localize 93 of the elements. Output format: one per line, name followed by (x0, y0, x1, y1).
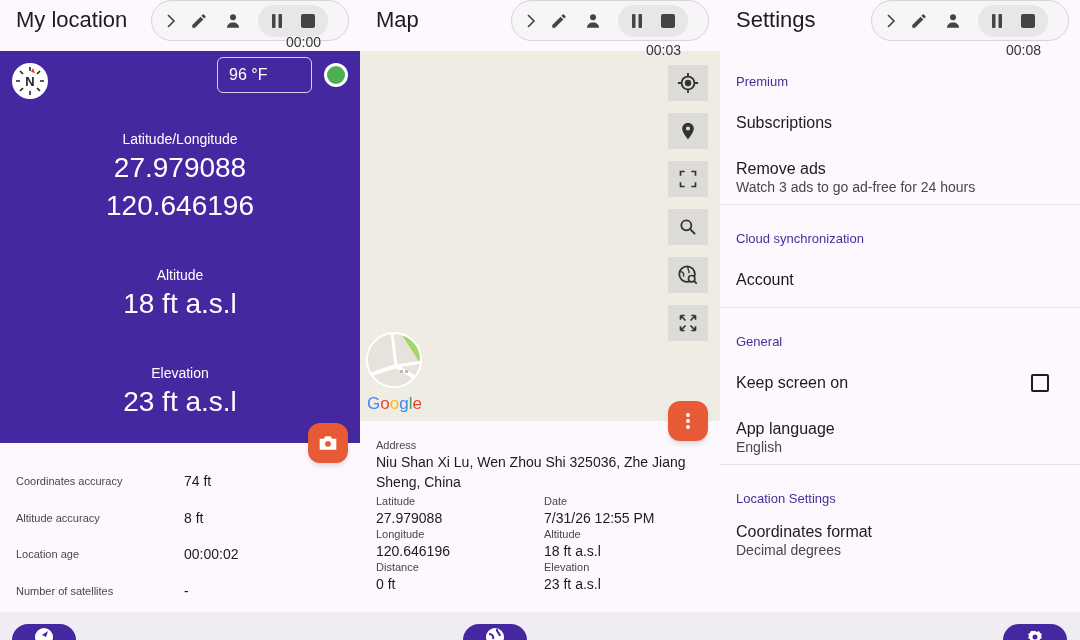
nav-tab[interactable] (12, 624, 76, 640)
settings-row[interactable]: Account (720, 253, 1080, 307)
section-header: Location Settings (735, 491, 837, 507)
frame-button[interactable] (668, 161, 708, 197)
field-label: Distance (376, 561, 420, 574)
stop-icon[interactable] (1020, 12, 1036, 29)
field-value: 0 ft (376, 575, 397, 594)
person-icon[interactable] (224, 11, 242, 30)
section-header: Cloud synchronization (735, 231, 865, 247)
setting-title: Account (736, 270, 795, 290)
map-type-thumbnail[interactable] (366, 332, 422, 388)
reading-value: 18 ft a.s.l (123, 287, 237, 321)
setting-title: App language (736, 418, 836, 439)
stop-icon[interactable] (660, 12, 676, 29)
chevron-icon[interactable] (526, 12, 536, 29)
setting-title: Keep screen on (736, 373, 850, 393)
setting-title: Remove ads (736, 158, 827, 179)
camera-icon (318, 434, 338, 452)
settings-row[interactable]: App language English (720, 410, 1080, 464)
field-value: 27.979088 (376, 509, 444, 528)
pause-icon[interactable] (630, 12, 644, 29)
screen-title: Settings (736, 7, 816, 33)
settings-row[interactable]: Coordinates format Decimal degrees (720, 513, 1080, 567)
section-header: Premium (735, 74, 789, 90)
setting-title: Subscriptions (736, 113, 834, 133)
field-label: Longitude (376, 528, 426, 541)
pin-button[interactable] (668, 113, 708, 149)
expand-icon (677, 312, 699, 334)
map-attribution: Google (367, 394, 422, 414)
pause-icon[interactable] (270, 12, 284, 29)
target-icon (677, 72, 699, 94)
settings-row[interactable]: Keep screen on (720, 356, 1080, 410)
field-label: Address (376, 438, 418, 452)
settings-row[interactable]: Subscriptions (720, 96, 1080, 150)
detail-label: Altitude accuracy (16, 510, 101, 526)
field-label: Latitude (376, 495, 417, 508)
globe-search-button[interactable] (668, 257, 708, 293)
detail-label: Number of satellites (16, 584, 115, 600)
reading-label: Altitude (156, 266, 204, 285)
address-text: Niu Shan Xi Lu, Wen Zhou Shi 325036, Zhe Jiang Sheng, China (376, 453, 687, 492)
setting-subtitle: Decimal degrees (736, 541, 843, 559)
pencil-icon[interactable] (190, 11, 208, 30)
field-label: Altitude (544, 528, 582, 541)
chevron-icon[interactable] (886, 12, 896, 29)
reading-value: 120.646196 (106, 189, 254, 223)
search-icon (677, 216, 699, 238)
field-value: 23 ft a.s.l (544, 575, 602, 594)
reading-value: 23 ft a.s.l (123, 385, 237, 419)
my-location-button[interactable] (668, 65, 708, 101)
more-button[interactable] (668, 401, 708, 441)
section-header: General (735, 334, 784, 350)
setting-title: Coordinates format (736, 521, 874, 542)
pencil-icon[interactable] (550, 11, 568, 30)
more-icon (685, 412, 691, 430)
person-icon[interactable] (584, 11, 602, 30)
pause-icon[interactable] (990, 12, 1004, 29)
detail-value: 8 ft (184, 508, 204, 528)
field-label: Date (544, 495, 569, 508)
detail-value: 00:00:02 (184, 545, 239, 565)
globe-icon (485, 626, 505, 640)
recording-timer: 00:00 (286, 34, 322, 50)
chevron-icon[interactable] (166, 12, 176, 29)
stop-icon[interactable] (300, 12, 316, 29)
setting-subtitle: English (736, 438, 783, 456)
field-value: 18 ft a.s.l (544, 542, 602, 561)
recording-timer: 00:08 (1006, 42, 1042, 58)
compass-icon[interactable]: N (12, 63, 48, 99)
setting-subtitle: Watch 3 ads to go ad-free for 24 hours (736, 178, 977, 196)
frame-icon (677, 168, 699, 190)
nav-tab[interactable] (463, 624, 527, 640)
field-label: Elevation (544, 561, 591, 574)
reading-value: 27.979088 (113, 151, 247, 185)
compass-icon (34, 626, 54, 640)
detail-value: - (184, 581, 189, 601)
camera-button[interactable] (308, 423, 348, 463)
checkbox[interactable] (1031, 374, 1049, 392)
screen-title: My location (16, 7, 128, 33)
field-value: 7/31/26 12:55 PM (544, 509, 656, 528)
settings-row[interactable]: Remove ads Watch 3 ads to go ad-free for 24 hours (720, 150, 1080, 204)
field-value: 120.646196 (376, 542, 451, 561)
globe-search-icon (677, 264, 699, 286)
reading-label: Elevation (151, 364, 209, 383)
screen-title: Map (376, 7, 419, 33)
detail-label: Coordinates accuracy (16, 474, 124, 490)
temperature-field[interactable]: 96 °F (217, 57, 312, 93)
search-button[interactable] (668, 209, 708, 245)
detail-label: Location age (16, 547, 80, 563)
reading-label: Latitude/Longitude (122, 130, 238, 149)
person-icon[interactable] (944, 11, 962, 30)
pencil-icon[interactable] (910, 11, 928, 30)
expand-button[interactable] (668, 305, 708, 341)
nav-tab[interactable] (1003, 624, 1067, 640)
detail-value: 74 ft (184, 471, 212, 491)
